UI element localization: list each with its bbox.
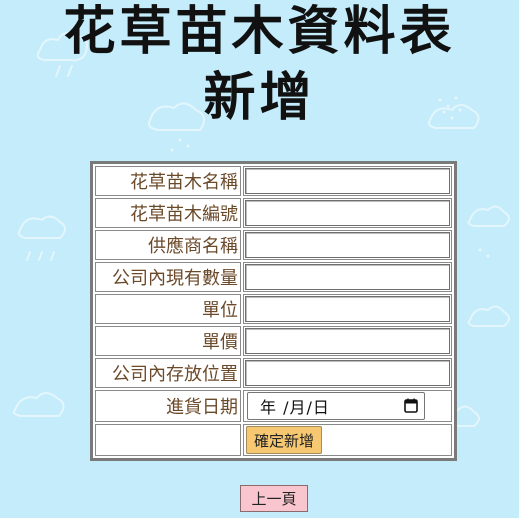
date-placeholder: 年 /月/日 — [260, 398, 330, 417]
unit-price-label: 單價 — [95, 326, 241, 356]
plant-id-input[interactable] — [245, 200, 450, 226]
calendar-icon[interactable] — [404, 398, 418, 413]
unit-input[interactable] — [245, 296, 450, 322]
form-row-supplier: 供應商名稱 — [95, 230, 452, 260]
storage-location-input[interactable] — [245, 360, 450, 386]
form-row-location: 公司內存放位置 — [95, 358, 452, 388]
form-row-price: 單價 — [95, 326, 452, 356]
purchase-date-label: 進貨日期 — [95, 390, 241, 422]
empty-cell — [95, 424, 241, 456]
confirm-add-button[interactable]: 確定新增 — [246, 426, 323, 454]
form-row-quantity: 公司內現有數量 — [95, 262, 452, 292]
storage-location-label: 公司內存放位置 — [95, 358, 241, 388]
plant-id-label: 花草苗木編號 — [95, 198, 241, 228]
plant-name-input[interactable] — [245, 168, 450, 194]
add-form: 花草苗木名稱 花草苗木編號 供應商名稱 公司內現有數量 單位 單價 公司內存放位… — [90, 161, 457, 461]
form-row-plant-name: 花草苗木名稱 — [95, 166, 452, 196]
form-row-unit: 單位 — [95, 294, 452, 324]
unit-label: 單位 — [95, 294, 241, 324]
add-form-table: 花草苗木名稱 花草苗木編號 供應商名稱 公司內現有數量 單位 單價 公司內存放位… — [93, 164, 454, 458]
quantity-label: 公司內現有數量 — [95, 262, 241, 292]
supplier-name-label: 供應商名稱 — [95, 230, 241, 260]
page-title-main: 花草苗木資料表 — [63, 1, 456, 62]
supplier-name-input[interactable] — [245, 232, 450, 258]
unit-price-input[interactable] — [245, 328, 450, 354]
purchase-date-input[interactable]: 年 /月/日 — [247, 392, 425, 420]
form-row-submit: 確定新增 — [95, 424, 452, 456]
form-row-plant-id: 花草苗木編號 — [95, 198, 452, 228]
page-title-sub: 新增 — [203, 67, 316, 128]
back-button[interactable]: 上一頁 — [240, 485, 308, 512]
form-row-date: 進貨日期 年 /月/日 — [95, 390, 452, 422]
plant-name-label: 花草苗木名稱 — [95, 166, 241, 196]
quantity-input[interactable] — [245, 264, 450, 290]
page-title: 花草苗木資料表 新增 — [0, 0, 519, 130]
